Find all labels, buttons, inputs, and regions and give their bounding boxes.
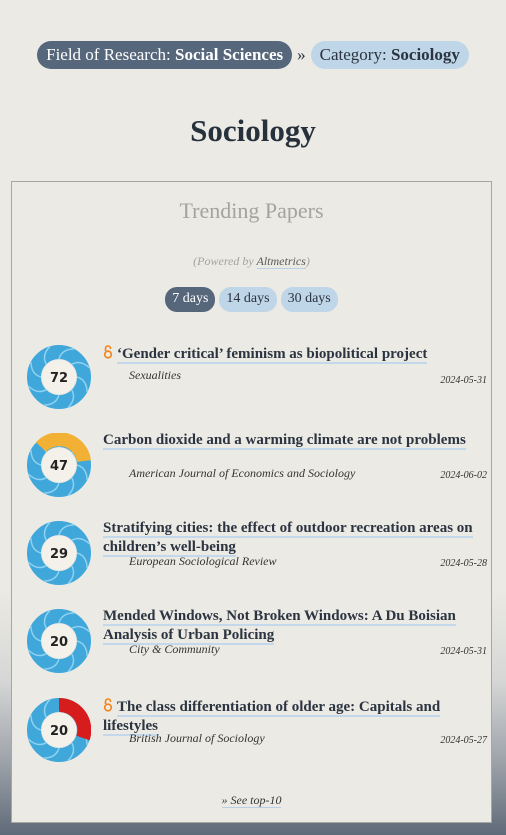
altmetric-donut-icon: 72 (27, 345, 91, 409)
open-access-icon (103, 698, 113, 712)
paper-item: 29 Stratifying cities: the effect of outd… (27, 519, 487, 585)
paper-journal: British Journal of Sociology (129, 731, 265, 745)
paper-title-link[interactable]: ‘Gender critical’ feminism as biopolitic… (103, 345, 483, 364)
breadcrumb-field-value: Social Sciences (175, 45, 284, 64)
tab-30-days[interactable]: 30 days (280, 287, 338, 312)
paper-title-link[interactable]: Carbon dioxide and a warming climate are… (103, 431, 483, 450)
altmetric-donut-icon: 47 (27, 432, 91, 497)
paper-title-link[interactable]: Stratifying cities: the effect of outdoo… (103, 519, 483, 557)
altmetric-score: 29 (50, 547, 68, 562)
breadcrumb-field-link[interactable]: Field of Research: Social Sciences (37, 41, 293, 69)
altmetric-badge[interactable]: 72 (27, 345, 91, 409)
powered-by: (Powered by Altmetrics) (12, 254, 491, 269)
see-top-10-link[interactable]: » See top-10 (12, 793, 491, 808)
paper-journal: American Journal of Economics and Sociol… (129, 466, 356, 480)
paper-title: Mended Windows, Not Broken Windows: A Du… (103, 608, 456, 645)
altmetric-badge[interactable]: 20 (27, 697, 92, 762)
altmetric-badge[interactable]: 20 (27, 609, 91, 673)
paper-title: ‘Gender critical’ feminism as biopolitic… (117, 346, 428, 364)
altmetric-donut-icon: 29 (27, 521, 91, 585)
altmetric-score: 47 (50, 459, 68, 474)
paper-journal: Sexualities (129, 368, 181, 382)
breadcrumb-category-value: Sociology (390, 45, 460, 64)
trending-title: Trending Papers (179, 198, 324, 223)
paper-item: 47 Carbon dioxide and a warming climate a… (27, 431, 487, 497)
paper-date: 2024-05-31 (440, 646, 487, 657)
altmetric-donut-icon: 20 (27, 609, 91, 673)
paper-title: Stratifying cities: the effect of outdoo… (103, 520, 473, 557)
breadcrumb-separator: » (297, 45, 306, 64)
paper-item: 72 ‘Gender critical’ feminism as biopolit… (27, 343, 487, 409)
altmetric-score: 72 (50, 371, 68, 386)
altmetric-donut-icon: 20 (27, 697, 92, 762)
paper-date: 2024-05-28 (440, 558, 487, 569)
altmetrics-link[interactable]: Altmetrics (256, 254, 306, 269)
paper-date: 2024-05-27 (440, 735, 487, 746)
paper-item: 20 The class differentiation of older age… (27, 696, 487, 762)
powered-suffix: ) (305, 254, 310, 268)
breadcrumb: Field of Research: Social Sciences » Cat… (0, 41, 506, 69)
altmetric-badge[interactable]: 47 (27, 432, 91, 497)
altmetric-score: 20 (50, 635, 68, 650)
period-tabs: 7 days 14 days 30 days (12, 287, 491, 312)
tab-14-days[interactable]: 14 days (219, 287, 277, 312)
altmetric-badge[interactable]: 29 (27, 521, 91, 585)
paper-title-link[interactable]: Mended Windows, Not Broken Windows: A Du… (103, 607, 483, 645)
powered-prefix: (Powered by (193, 254, 257, 268)
open-access-icon (103, 345, 113, 359)
trending-papers-card: Trending Papers (Powered by Altmetrics) … (11, 181, 492, 823)
paper-date: 2024-06-02 (440, 470, 487, 481)
breadcrumb-category-prefix: Category: (319, 45, 391, 64)
breadcrumb-category-link[interactable]: Category: Sociology (310, 41, 469, 69)
paper-journal: City & Community (129, 642, 220, 656)
see-top-10-label: » See top-10 (221, 793, 282, 808)
altmetric-score: 20 (50, 724, 68, 739)
tab-7-days[interactable]: 7 days (165, 287, 216, 312)
paper-date: 2024-05-31 (440, 375, 487, 386)
page-title: Sociology (190, 113, 316, 148)
paper-item: 20 Mended Windows, Not Broken Windows: A … (27, 607, 487, 673)
paper-journal: European Sociological Review (129, 554, 277, 568)
paper-title: Carbon dioxide and a warming climate are… (103, 432, 466, 450)
breadcrumb-field-prefix: Field of Research: (46, 45, 175, 64)
